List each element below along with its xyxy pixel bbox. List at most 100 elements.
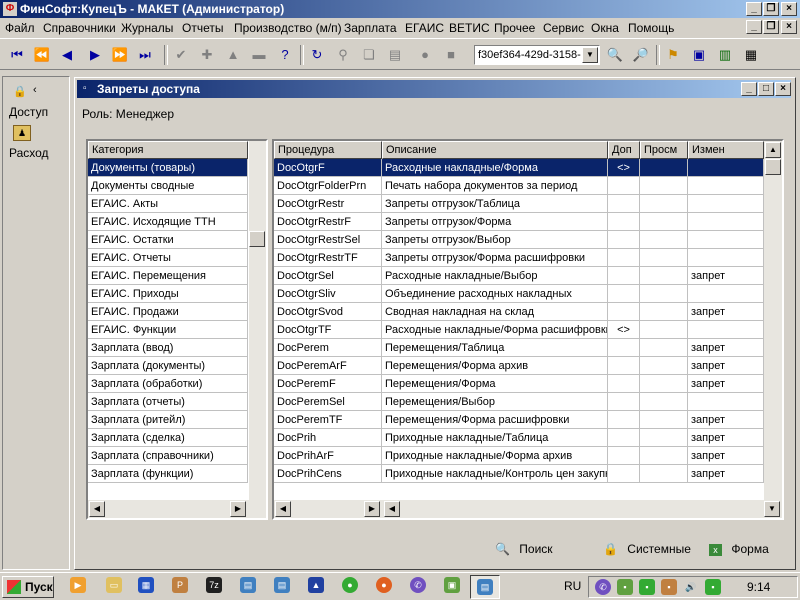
cell-description[interactable]: Запреты отгрузок/Форма [382,213,608,231]
cell-description[interactable]: Запреты отгрузок/Форма расшифровки [382,249,608,267]
cell-description[interactable]: Перемещения/Форма расшифровки [382,411,608,429]
cell-view[interactable] [640,465,688,483]
col-edit-header[interactable]: Измен [688,141,764,159]
cell-procedure[interactable]: DocOtgrRestrF [274,213,382,231]
cell-add[interactable] [608,285,640,303]
remote-desktop-2-icon[interactable]: ▤ [274,577,290,593]
cell-procedure[interactable]: DocPrihArF [274,447,382,465]
binoculars-minus-icon[interactable]: 🔎 [632,47,650,63]
chrome-icon[interactable]: ● [342,577,358,593]
cell-description[interactable]: Расходные накладные/Форма [382,159,608,177]
desc-scroll-left-icon[interactable]: ◀ [384,501,400,517]
scroll-up-icon[interactable]: ▲ [765,142,781,158]
cell-add[interactable] [608,177,640,195]
cell-edit[interactable] [688,393,764,411]
tray-app-4-icon[interactable]: ▪ [705,579,721,595]
cell-view[interactable] [640,375,688,393]
cell-view[interactable] [640,267,688,285]
cell-edit[interactable]: запрет [688,429,764,447]
cell-add[interactable] [608,213,640,231]
next-record-icon[interactable]: ▶ [86,47,104,63]
proc-scroll-left-icon[interactable]: ◀ [275,501,291,517]
cell-description[interactable]: Запреты отгрузок/Таблица [382,195,608,213]
table-row[interactable]: DocOtgrRestrTF Запреты отгрузок/Форма рас… [274,249,764,267]
cell-description[interactable]: Приходные накладные/Контроль цен закупки [382,465,608,483]
cell-procedure[interactable]: DocPrih [274,429,382,447]
category-row[interactable]: Зарплата (обработки) [88,375,248,393]
table-row[interactable]: DocOtgrF Расходные накладные/Форма <> [274,159,764,177]
menu-other[interactable]: Прочее [494,21,535,35]
cell-procedure[interactable]: DocOtgrRestr [274,195,382,213]
menu-file[interactable]: Файл [5,21,35,35]
table-row[interactable]: DocPerem Перемещения/Таблица запрет [274,339,764,357]
table-row[interactable]: DocOtgrTF Расходные накладные/Форма расши… [274,321,764,339]
cell-view[interactable] [640,159,688,177]
cell-procedure[interactable]: DocOtgrSel [274,267,382,285]
cell-edit[interactable]: запрет [688,447,764,465]
tray-app-icon[interactable]: ▪ [617,579,633,595]
cell-view[interactable] [640,321,688,339]
child-minimize-button[interactable]: _ [741,82,757,96]
table-row[interactable]: DocPeremArF Перемещения/Форма архив запрет [274,357,764,375]
triangle-app-icon[interactable]: ▲ [308,577,324,593]
cell-view[interactable] [640,231,688,249]
menu-journals[interactable]: Журналы [121,21,173,35]
category-row[interactable]: Зарплата (ритейл) [88,411,248,429]
cell-edit[interactable]: запрет [688,411,764,429]
left-panel-item-expense[interactable]: Расход [9,146,49,160]
procedures-scroll-thumb[interactable] [765,159,781,175]
find-icon[interactable]: ⚲ [334,47,352,63]
cell-view[interactable] [640,303,688,321]
table-row[interactable]: DocOtgrRestr Запреты отгрузок/Таблица [274,195,764,213]
cell-procedure[interactable]: DocPeremArF [274,357,382,375]
cell-procedure[interactable]: DocOtgrTF [274,321,382,339]
tray-app-3-icon[interactable]: ▪ [661,579,677,595]
media-player-icon[interactable]: ▶ [70,577,86,593]
cell-add[interactable] [608,465,640,483]
category-row[interactable]: ЕГАИС. Функции [88,321,248,339]
cell-description[interactable]: Расходные накладные/Форма расшифровки [382,321,608,339]
table-row[interactable]: DocPrih Приходные накладные/Таблица запрет [274,429,764,447]
procedures-vscroll[interactable]: ▲ [764,141,782,500]
categories-header[interactable]: Категория [88,141,248,159]
menu-windows[interactable]: Окна [591,21,619,35]
prev-record-icon[interactable]: ◀ [58,47,76,63]
cell-add[interactable] [608,447,640,465]
child-close-button[interactable]: × [775,82,791,96]
cell-description[interactable]: Приходные накладные/Таблица [382,429,608,447]
cell-view[interactable] [640,357,688,375]
category-row[interactable]: ЕГАИС. Продажи [88,303,248,321]
close-button[interactable]: × [781,2,797,16]
viber-tray-icon[interactable]: ✆ [595,579,611,595]
folder-icon[interactable]: ▭ [106,577,122,593]
search-button[interactable]: 🔍 Поиск [495,542,553,556]
cell-view[interactable] [640,177,688,195]
category-row[interactable]: ЕГАИС. Отчеты [88,249,248,267]
categories-vscroll[interactable] [249,141,266,500]
cell-edit[interactable] [688,213,764,231]
category-row[interactable]: Зарплата (документы) [88,357,248,375]
lock-icon[interactable]: 🔒 [13,85,27,98]
firefox-icon[interactable]: ● [376,577,392,593]
cell-edit[interactable]: запрет [688,375,764,393]
table-row[interactable]: DocPeremSel Перемещения/Выбор [274,393,764,411]
cascade-windows-icon[interactable]: ▦ [742,47,760,63]
cell-add[interactable] [608,303,640,321]
cell-add[interactable] [608,339,640,357]
category-row[interactable]: ЕГАИС. Остатки [88,231,248,249]
cell-edit[interactable] [688,321,764,339]
cell-procedure[interactable]: DocOtgrSvod [274,303,382,321]
system-button[interactable]: 🔒 Системные [603,542,691,556]
cell-view[interactable] [640,411,688,429]
category-row[interactable]: ЕГАИС. Исходящие ТТН [88,213,248,231]
cell-edit[interactable] [688,195,764,213]
cell-view[interactable] [640,195,688,213]
category-row[interactable]: ЕГАИС. Перемещения [88,267,248,285]
cell-view[interactable] [640,339,688,357]
cell-description[interactable]: Расходные накладные/Выбор [382,267,608,285]
table-row[interactable]: DocOtgrSliv Объединение расходных накладн… [274,285,764,303]
proc-scroll-right-icon[interactable]: ▶ [364,501,380,517]
category-row[interactable]: Зарплата (отчеты) [88,393,248,411]
remote-desktop-icon[interactable]: ▤ [240,577,256,593]
record-icon[interactable]: ● [416,47,434,63]
